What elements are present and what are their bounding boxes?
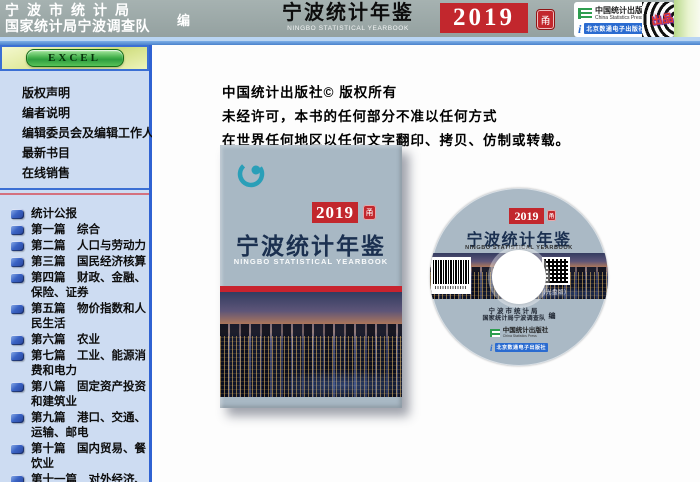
cd-credits: 宁波市统计局 国家统计局宁波调查队 编 [430, 308, 608, 323]
cd-press1-cn: 中国统计出版社 [503, 327, 549, 334]
header-bar: 宁波市统计局 国家统计局宁波调查队 编 宁波统计年鉴 NINGBO STATIS… [0, 0, 700, 37]
cd-press2-icon: i [490, 344, 493, 352]
org-line1: 宁波市统计局 [5, 2, 150, 18]
sidebar-link[interactable]: 在线销售 [22, 163, 147, 183]
sidebar-nav-item[interactable]: 第十篇 国内贸易、餐饮业 [11, 442, 146, 472]
sidebar-nav-item[interactable]: 第二篇 人口与劳动力 [11, 239, 146, 254]
org-line2: 国家统计局宁波调查队 [5, 18, 150, 34]
sidebar-nav-label: 第十一篇 对外经济、旅游 [31, 473, 146, 482]
cd-credit-line2: 国家统计局宁波调查队 [482, 316, 545, 323]
publisher-logos-box: 中国统计出版社 China Statistics Press i 北京数通电子出… [574, 2, 674, 37]
book-icon [11, 351, 24, 361]
sidebar-nav-item[interactable]: 第七篇 工业、能源消费和电力 [11, 349, 146, 379]
sidebar-nav-label: 第三篇 国民经济核算 [31, 255, 146, 270]
cd-press1-en: China Statistics Press [503, 334, 549, 338]
sidebar-nav-label: 第十篇 国内贸易、餐饮业 [31, 442, 146, 472]
sidebar-nav-label: 第七篇 工业、能源消费和电力 [31, 349, 146, 379]
excel-panel: EXCEL [0, 45, 149, 71]
book-icon [11, 413, 24, 423]
sidebar-nav-item[interactable]: 第八篇 固定资产投资和建筑业 [11, 380, 146, 410]
book-icon [11, 475, 24, 482]
sidebar-nav-label: 第九篇 港口、交通、运输、邮电 [31, 411, 146, 441]
book-icon [11, 209, 24, 219]
book-icon [11, 444, 24, 454]
sidebar-nav-item[interactable]: 统计公报 [11, 207, 146, 222]
sidebar-link[interactable]: 编辑委员会及编辑工作人员 [22, 123, 147, 143]
produce-badge: 出品 [650, 9, 674, 29]
cd-press2-cn: 北京数通电子出版社 [495, 343, 549, 352]
barcode-number [435, 286, 467, 289]
sidebar-link[interactable]: 版权声明 [22, 83, 147, 103]
china-statistics-press-logo: 中国统计出版社 China Statistics Press [578, 6, 651, 21]
sidebar-links: 版权声明编者说明编辑委员会及编辑工作人员最新书目在线销售 [0, 71, 149, 190]
editor-label: 编 [177, 10, 190, 29]
cd-editor-label: 编 [549, 311, 556, 321]
book-title: 宁波统计年鉴 [220, 227, 402, 261]
book-icon [11, 273, 24, 283]
book-subtitle: NINGBO STATISTICAL YEARBOOK [220, 257, 402, 266]
cityscape-lights [220, 336, 402, 397]
copyright-line: 未经许可，本书的任何部分不准以任何方式 [222, 105, 570, 129]
sidebar-nav-item[interactable]: 第六篇 农业 [11, 333, 146, 348]
copyright-line: 中国统计出版社© 版权所有 [222, 81, 570, 105]
book-icon [11, 241, 24, 251]
sidebar-nav-item[interactable]: 第四篇 财政、金融、保险、证券 [11, 271, 146, 301]
page: 宁波市统计局 国家统计局宁波调查队 编 宁波统计年鉴 NINGBO STATIS… [0, 0, 700, 482]
sidebar-nav-label: 第一篇 综合 [31, 223, 100, 238]
cd-press1-logo: 中国统计出版社 China Statistics Press [430, 327, 608, 338]
site-subtitle: NINGBO STATISTICAL YEARBOOK [262, 25, 434, 32]
cd-press2-logo: i 北京数通电子出版社 [430, 343, 608, 352]
cd-credit-line1: 宁波市统计局 [482, 308, 545, 316]
sidebar-nav-label: 统计公报 [31, 207, 77, 222]
copyright-block: 中国统计出版社© 版权所有未经许可，本书的任何部分不准以任何方式在世界任何地区以… [222, 81, 570, 153]
book-icon [11, 335, 24, 345]
sidebar-link[interactable]: 最新书目 [22, 143, 147, 163]
book-year-badge: 2019 [312, 202, 358, 223]
press2-name-cn: 北京数通电子出版社 [584, 23, 647, 34]
book-icon [11, 225, 24, 235]
book-cover-image: 2019 甬 宁波统计年鉴 NINGBO STATISTICAL YEARBOO… [220, 145, 402, 408]
green-edge-strip [674, 0, 700, 37]
china-statistics-press-icon [578, 8, 592, 19]
book-icon [11, 304, 24, 314]
beijing-info-press-logo: i 北京数通电子出版社 [578, 23, 647, 34]
sidebar-nav-label: 第八篇 固定资产投资和建筑业 [31, 380, 146, 410]
cd-yong-seal-icon: 甬 [547, 210, 556, 221]
site-title: 宁波统计年鉴 [262, 1, 434, 25]
book-yong-seal-icon: 甬 [363, 205, 376, 220]
sidebar-nav-item[interactable]: 第三篇 国民经济核算 [11, 255, 146, 270]
barcode-bars [433, 260, 469, 284]
cd-center-hole [492, 250, 546, 304]
publishing-orgs: 宁波市统计局 国家统计局宁波调查队 [5, 2, 150, 34]
barcode [431, 257, 471, 294]
sidebar-nav-item[interactable]: 第五篇 物价指数和人民生活 [11, 302, 146, 332]
sidebar-nav-label: 第二篇 人口与劳动力 [31, 239, 146, 254]
sidebar-nav-item[interactable]: 第九篇 港口、交通、运输、邮电 [11, 411, 146, 441]
sidebar-nav: 统计公报第一篇 综合第二篇 人口与劳动力第三篇 国民经济核算第四篇 财政、金融、… [0, 195, 149, 482]
cd-disc-image: 2019 甬 宁波统计年鉴 NINGBO STATISTICAL YEARBOO… [430, 188, 608, 366]
cd-year-badge: 2019 [509, 208, 544, 224]
sidebar-nav-item[interactable]: 第一篇 综合 [11, 223, 146, 238]
yong-seal-icon: 甬 [536, 9, 555, 30]
sidebar-nav-label: 第五篇 物价指数和人民生活 [31, 302, 146, 332]
cd-press1-icon [490, 329, 500, 337]
book-icon [11, 382, 24, 392]
main-content: 中国统计出版社© 版权所有未经许可，本书的任何部分不准以任何方式在世界任何地区以… [152, 45, 700, 482]
rays-decoration: 出品 [642, 2, 674, 37]
info-press-icon: i [578, 24, 581, 34]
sidebar-link[interactable]: 编者说明 [22, 103, 147, 123]
excel-button[interactable]: EXCEL [26, 49, 124, 67]
year-badge: 2019 [440, 3, 528, 33]
sidebar-nav-label: 第四篇 财政、金融、保险、证券 [31, 271, 146, 301]
book-icon [11, 257, 24, 267]
sidebar: EXCEL 版权声明编者说明编辑委员会及编辑工作人员最新书目在线销售 统计公报第… [0, 45, 152, 482]
site-title-block: 宁波统计年鉴 NINGBO STATISTICAL YEARBOOK [262, 1, 434, 32]
sidebar-nav-label: 第六篇 农业 [31, 333, 100, 348]
press-swirl-logo-icon [235, 158, 267, 190]
book-cityscape-photo [220, 292, 402, 397]
sidebar-nav-item[interactable]: 第十一篇 对外经济、旅游 [11, 473, 146, 482]
